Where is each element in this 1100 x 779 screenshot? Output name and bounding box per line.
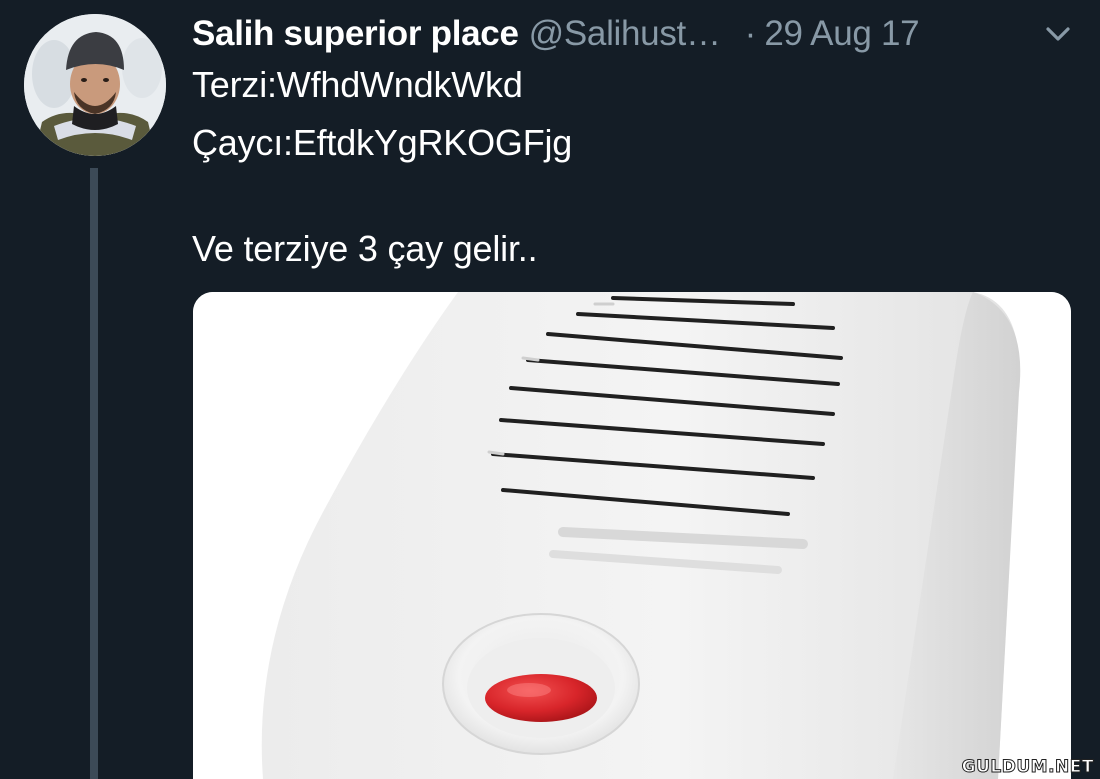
avatar-image (24, 14, 166, 156)
tweet-text-line: Ve terziye 3 çay gelir.. (192, 228, 538, 269)
tweet-text-line: Çaycı:EftdkYgRKOGFjg (192, 122, 573, 163)
tweet-text-line: Terzi:WfhdWndkWkd (192, 64, 523, 105)
thread-line (90, 168, 98, 779)
display-name[interactable]: Salih superior place (192, 14, 519, 54)
tweet-card: Salih superior place @Salihust… · 29 Aug… (0, 0, 1100, 779)
tweet-header: Salih superior place @Salihust… · 29 Aug… (192, 12, 1082, 56)
watermark: GULDUM.NET (961, 757, 1094, 778)
tweet-date[interactable]: 29 Aug 17 (764, 14, 919, 54)
tweet-media[interactable] (193, 292, 1071, 779)
avatar[interactable] (24, 14, 166, 156)
doorbell-speaker-image (193, 292, 1071, 779)
chevron-down-icon[interactable] (1044, 22, 1072, 46)
separator-dot: · (744, 14, 757, 53)
user-handle[interactable]: @Salihust… (529, 14, 721, 54)
